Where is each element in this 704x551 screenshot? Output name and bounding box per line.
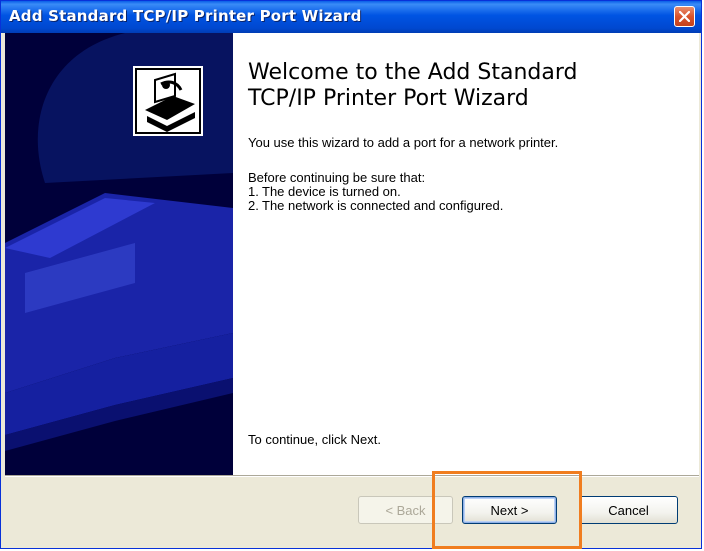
wizard-content: Welcome to the Add Standard TCP/IP Print… — [233, 33, 699, 475]
window-title: Add Standard TCP/IP Printer Port Wizard — [9, 7, 362, 25]
heading-line-1: Welcome to the Add Standard — [248, 60, 578, 85]
condition-text: The network is connected and configured. — [262, 198, 504, 213]
wizard-heading: Welcome to the Add Standard TCP/IP Print… — [248, 60, 688, 112]
wizard-banner — [5, 33, 233, 475]
close-button[interactable] — [674, 6, 695, 27]
heading-line-2: TCP/IP Printer Port Wizard — [248, 86, 529, 111]
close-icon — [679, 11, 690, 22]
condition-item-1: 1. The device is turned on. — [248, 185, 401, 199]
before-text: Before continuing be sure that: — [248, 170, 426, 185]
button-separator — [5, 475, 699, 477]
cancel-button[interactable]: Cancel — [579, 496, 678, 524]
printer-icon — [133, 66, 203, 136]
condition-number: 1. — [248, 184, 259, 199]
condition-number: 2. — [248, 198, 259, 213]
continue-text: To continue, click Next. — [248, 432, 381, 447]
intro-text: You use this wizard to add a port for a … — [248, 135, 559, 150]
title-bar[interactable]: Add Standard TCP/IP Printer Port Wizard — [1, 1, 701, 33]
condition-text: The device is turned on. — [262, 184, 401, 199]
next-button-highlight — [432, 471, 582, 549]
wizard-window: Add Standard TCP/IP Printer Port Wizard — [0, 0, 702, 549]
condition-item-2: 2. The network is connected and configure… — [248, 199, 503, 213]
